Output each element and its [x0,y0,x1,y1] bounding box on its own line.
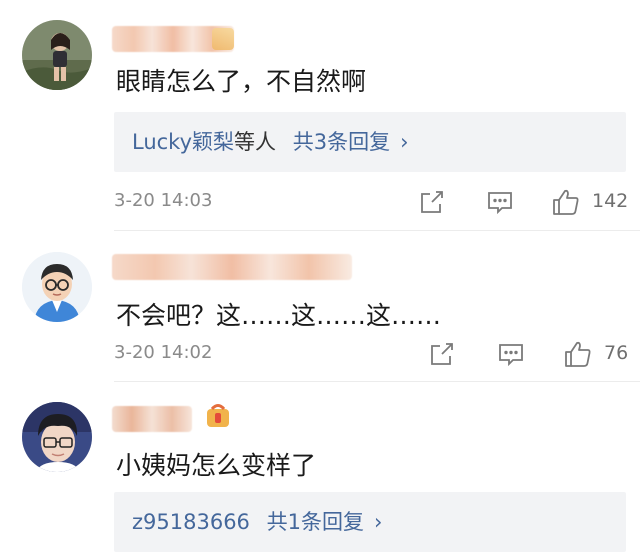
avatar[interactable] [22,252,92,322]
reply-preview[interactable]: z95183666 共1条回复 › [114,492,626,552]
reply-count[interactable]: 共1条回复 [267,510,364,534]
comment-text: 小姨妈怎么变样了 [116,451,317,480]
chevron-right-icon: › [373,510,383,534]
comment-icon[interactable] [495,338,527,370]
thumbs-up-icon[interactable] [550,186,582,218]
timestamp: 3-20 14:02 [114,342,213,363]
divider [114,230,640,231]
avatar[interactable] [22,20,92,90]
comment-item: 小姨妈怎么变样了 z95183666 共1条回复 › [0,382,640,552]
comment-meta: 3-20 14:03 142 [0,182,640,222]
comment-text: 眼睛怎么了，不自然啊 [116,67,367,96]
timestamp: 3-20 14:03 [114,190,213,211]
share-icon[interactable] [426,338,458,370]
like-count: 76 [604,342,629,364]
avatar[interactable] [22,402,92,472]
comment-meta: 3-20 14:02 76 [0,334,640,374]
reply-users[interactable]: z95183666 [132,510,250,534]
vip-badge-icon [204,404,232,430]
username-blurred[interactable] [112,406,192,432]
reply-users[interactable]: Lucky颖梨 [132,130,234,154]
comment-item: 眼睛怎么了，不自然啊 Lucky颖梨等人 共3条回复 › 3-20 14:03 1… [0,0,640,232]
comment-text: 不会吧？这……这……这…… [116,301,442,330]
username-blurred[interactable] [112,254,352,280]
thumbs-up-icon[interactable] [562,338,594,370]
comment-icon[interactable] [484,186,516,218]
chevron-right-icon: › [400,130,409,154]
reply-count[interactable]: 共3条回复 [293,130,390,154]
like-count: 142 [592,190,629,212]
share-icon[interactable] [416,186,448,218]
reply-preview[interactable]: Lucky颖梨等人 共3条回复 › [114,112,626,172]
vip-badge-icon [212,28,234,50]
reply-suffix: 等人 [234,130,277,154]
comment-item: 不会吧？这……这……这…… 3-20 14:02 76 [0,232,640,382]
